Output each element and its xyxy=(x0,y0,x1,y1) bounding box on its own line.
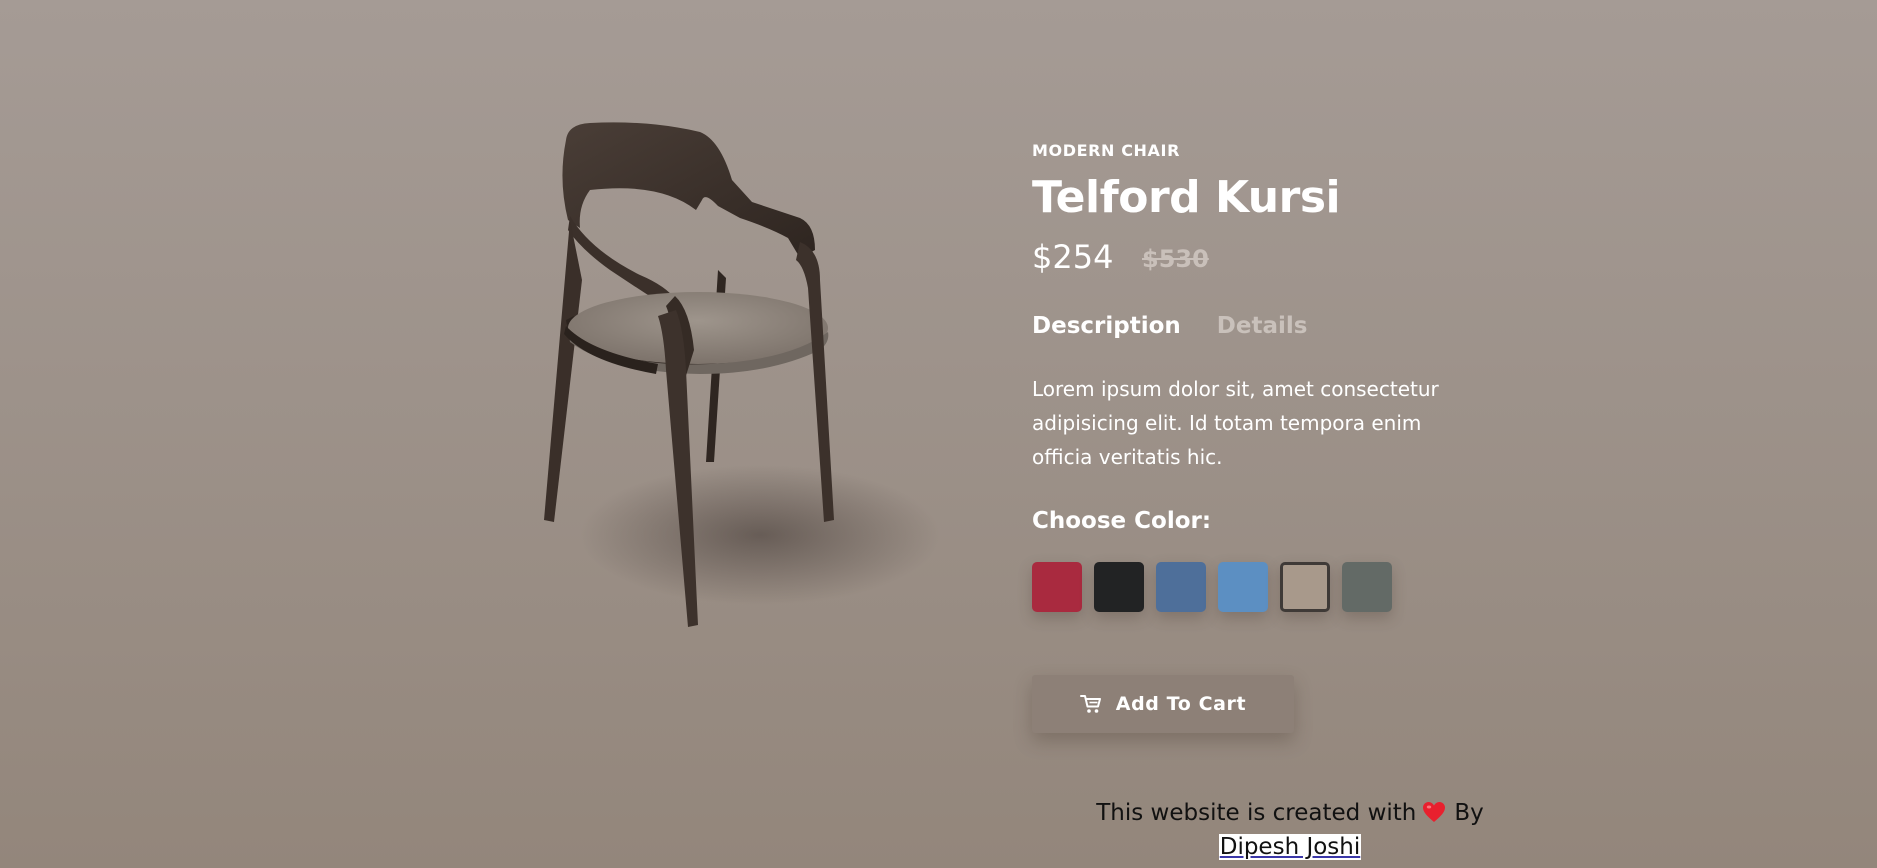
color-swatch-denim[interactable] xyxy=(1156,562,1206,612)
cart-icon xyxy=(1079,695,1101,713)
add-to-cart-label: Add To Cart xyxy=(1115,693,1247,715)
color-picker-label: Choose Color: xyxy=(1032,508,1212,534)
heart-icon xyxy=(1423,802,1446,822)
footer-credit: This website is created with By Dipesh J… xyxy=(1060,796,1520,864)
color-swatch-black[interactable] xyxy=(1094,562,1144,612)
color-swatch-light-blue[interactable] xyxy=(1218,562,1268,612)
color-swatches xyxy=(1032,562,1392,612)
product-description: Lorem ipsum dolor sit, amet consectetur … xyxy=(1032,377,1439,469)
product-category: MODERN CHAIR xyxy=(1032,141,1181,160)
product-title: Telford Kursi xyxy=(1032,172,1341,223)
author-link[interactable]: Dipesh Joshi xyxy=(1218,834,1362,860)
footer-text: This website is created with xyxy=(1096,800,1417,826)
color-swatch-red[interactable] xyxy=(1032,562,1082,612)
color-swatch-grey[interactable] xyxy=(1342,562,1392,612)
product-price: $254 xyxy=(1032,238,1114,276)
tab-details[interactable]: Details xyxy=(1217,313,1308,339)
footer-by: By xyxy=(1454,800,1484,826)
color-swatch-beige[interactable] xyxy=(1280,562,1330,612)
tab-description[interactable]: Description xyxy=(1032,313,1181,339)
original-price: $530 xyxy=(1142,245,1209,273)
product-tabs: Description Details xyxy=(1032,313,1307,339)
product-image xyxy=(544,122,940,627)
add-to-cart-button[interactable]: Add To Cart xyxy=(1032,675,1294,733)
